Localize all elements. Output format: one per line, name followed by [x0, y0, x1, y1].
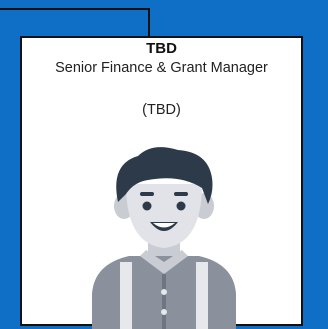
- node-title: Senior Finance & Grant Manager: [55, 60, 268, 76]
- org-connector-vertical: [148, 8, 150, 38]
- org-chart-node-card[interactable]: TBD Senior Finance & Grant Manager (TBD): [20, 36, 303, 329]
- node-subtitle: (TBD): [142, 102, 181, 118]
- node-name: TBD: [146, 40, 177, 57]
- person-avatar-icon: [92, 147, 236, 329]
- org-connector-horizontal: [0, 8, 150, 10]
